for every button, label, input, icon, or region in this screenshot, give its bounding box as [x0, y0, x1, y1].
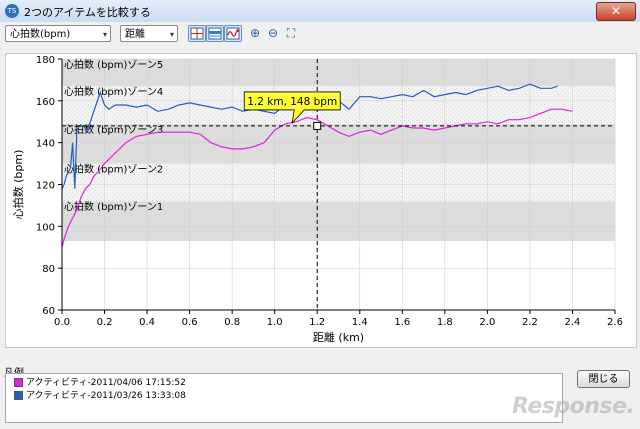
zone-label: 心拍数 (bpm)ゾーン2 [64, 163, 163, 176]
x-tick-label: 2.6 [607, 317, 623, 328]
x-tick-label: 2.0 [479, 317, 495, 328]
heart-rate-chart[interactable]: 心拍数 (bpm)ゾーン1心拍数 (bpm)ゾーン2心拍数 (bpm)ゾーン3心… [0, 0, 640, 429]
x-tick-label: 2.4 [565, 317, 581, 328]
x-tick-label: 0.2 [97, 317, 113, 328]
legend-swatch [14, 391, 23, 400]
x-tick-label: 2.2 [522, 317, 538, 328]
y-tick-label: 180 [36, 55, 55, 66]
y-tick-label: 140 [36, 139, 55, 150]
legend-swatch [14, 378, 23, 387]
y-tick-label: 60 [42, 306, 55, 317]
legend-item-label: アクティビティ-2011/03/26 13:33:08 [26, 391, 186, 401]
y-axis-title: 心拍数 (bpm) [11, 150, 25, 220]
x-tick-label: 0.6 [182, 317, 198, 328]
y-tick-label: 120 [36, 181, 55, 192]
legend-item[interactable]: アクティビティ-2011/03/26 13:33:08 [14, 391, 186, 402]
x-tick-label: 0.4 [139, 317, 155, 328]
x-tick-label: 1.8 [437, 317, 453, 328]
watermark: Response. [512, 394, 635, 419]
cursor-marker[interactable] [313, 121, 322, 130]
x-tick-label: 1.6 [394, 317, 410, 328]
zone-label: 心拍数 (bpm)ゾーン5 [64, 58, 163, 71]
cursor-tooltip-text: 1.2 km, 148 bpm [247, 96, 337, 108]
x-axis-title: 距離 (km) [313, 330, 364, 344]
y-tick-label: 100 [36, 222, 55, 233]
close-button[interactable]: 閉じる [577, 370, 630, 388]
x-tick-label: 0.0 [54, 317, 70, 328]
x-tick-label: 1.4 [352, 317, 368, 328]
x-tick-label: 1.0 [267, 317, 283, 328]
y-tick-label: 80 [42, 264, 55, 275]
legend-list: アクティビティ-2011/04/06 17:15:52 アクティビティ-2011… [5, 373, 563, 423]
legend-item-label: アクティビティ-2011/04/06 17:15:52 [26, 378, 186, 388]
x-tick-label: 1.2 [309, 317, 325, 328]
x-tick-label: 0.8 [224, 317, 240, 328]
zone-label: 心拍数 (bpm)ゾーン4 [64, 85, 163, 98]
legend-item[interactable]: アクティビティ-2011/04/06 17:15:52 [14, 378, 186, 389]
y-tick-label: 160 [36, 97, 55, 108]
